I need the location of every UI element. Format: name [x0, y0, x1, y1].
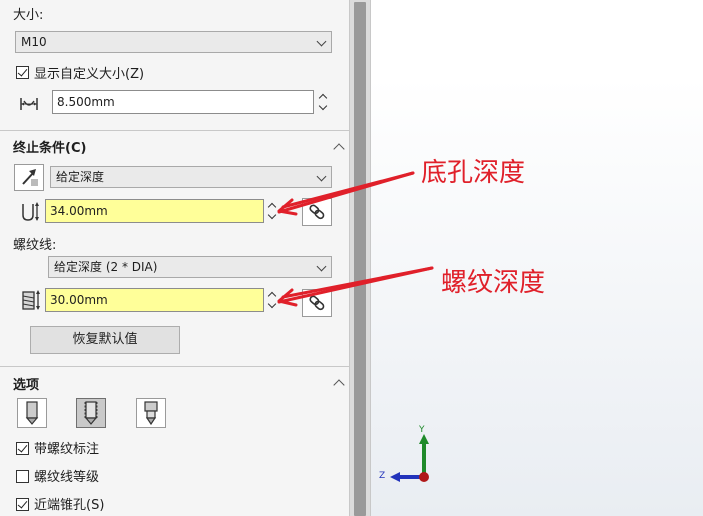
triad-z-label: Z [379, 471, 386, 481]
annotation-arrows [277, 171, 434, 307]
triad-y-label: Y [419, 425, 425, 435]
arrow-line-1b [281, 171, 415, 209]
arrow-line-2b [281, 266, 434, 299]
